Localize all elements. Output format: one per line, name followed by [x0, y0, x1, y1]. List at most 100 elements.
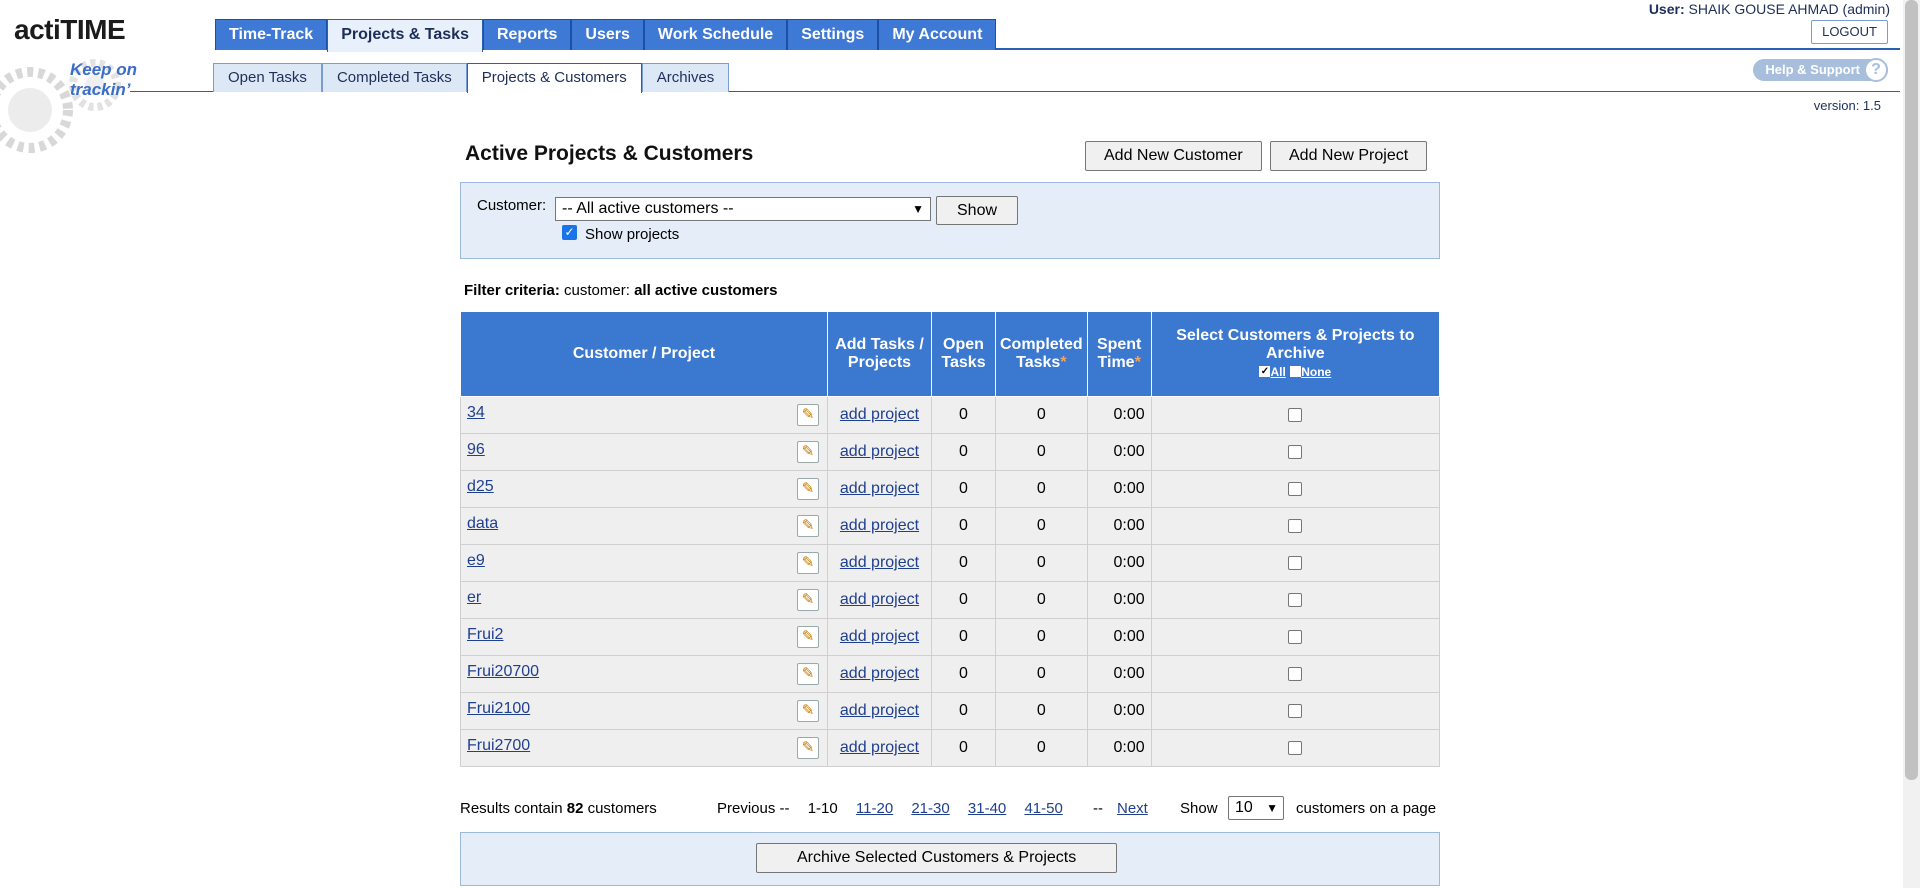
show-projects-checkbox[interactable]: ✓ — [562, 225, 577, 240]
customer-link[interactable]: Frui2 — [467, 626, 503, 643]
tab-my-account[interactable]: My Account — [878, 19, 997, 50]
scrollbar-thumb[interactable] — [1905, 0, 1918, 780]
add-new-customer-button[interactable]: Add New Customer — [1085, 141, 1262, 171]
customers-table: Customer / Project Add Tasks / Projects … — [460, 311, 1441, 767]
table-row: 96 ✎ add project 0 0 0:00 — [460, 433, 1441, 471]
select-none-checkbox[interactable] — [1290, 366, 1302, 378]
subtab-projects-customers[interactable]: Projects & Customers — [466, 63, 642, 93]
customer-cell: data ✎ — [460, 507, 828, 545]
help-support-button[interactable]: Help & Support ? — [1753, 58, 1888, 82]
select-all-checkbox[interactable]: ✓ — [1259, 366, 1271, 378]
customer-link[interactable]: Frui2700 — [467, 737, 530, 754]
spent-time-cell: 0:00 — [1086, 581, 1152, 619]
archive-cell — [1150, 655, 1441, 693]
page-size-select[interactable]: 10 ▼ — [1228, 796, 1284, 820]
edit-icon[interactable]: ✎ — [797, 404, 819, 426]
header-archive-label: Select Customers & Projects to Archive — [1176, 327, 1415, 362]
add-project-link[interactable]: add project — [840, 739, 919, 756]
table-row: Frui2700 ✎ add project 0 0 0:00 — [460, 729, 1441, 767]
pagination-next-link[interactable]: Next — [1117, 800, 1148, 817]
table-row: Frui2100 ✎ add project 0 0 0:00 — [460, 692, 1441, 730]
header-spent-time: Spent Time* — [1086, 311, 1152, 397]
tab-reports[interactable]: Reports — [482, 19, 572, 50]
results-suffix: customers — [587, 800, 657, 817]
scrollbar[interactable] — [1903, 0, 1920, 888]
archive-cell — [1150, 729, 1441, 767]
customer-select[interactable]: -- All active customers -- ▼ — [555, 197, 931, 221]
add-new-project-button[interactable]: Add New Project — [1270, 141, 1428, 171]
edit-icon[interactable]: ✎ — [797, 515, 819, 537]
archive-checkbox[interactable] — [1288, 407, 1303, 422]
archive-checkbox[interactable] — [1288, 703, 1303, 718]
add-project-link[interactable]: add project — [840, 406, 919, 423]
archive-checkbox[interactable] — [1288, 518, 1303, 533]
add-project-link[interactable]: add project — [840, 554, 919, 571]
subtab-completed-tasks[interactable]: Completed Tasks — [321, 63, 467, 92]
add-project-cell: add project — [827, 729, 932, 767]
archive-checkbox[interactable] — [1288, 592, 1303, 607]
pagination-link[interactable]: 21-30 — [911, 800, 949, 817]
archive-checkbox[interactable] — [1288, 740, 1303, 755]
tab-projects-tasks[interactable]: Projects & Tasks — [327, 19, 483, 52]
pagination-current: 1-10 — [807, 800, 838, 817]
archive-checkbox[interactable] — [1288, 555, 1303, 570]
customer-link[interactable]: e9 — [467, 552, 485, 569]
add-project-link[interactable]: add project — [840, 702, 919, 719]
add-project-link[interactable]: add project — [840, 628, 919, 645]
tab-time-track[interactable]: Time-Track — [215, 19, 328, 50]
customer-link[interactable]: d25 — [467, 478, 494, 495]
spent-time-cell: 0:00 — [1086, 507, 1152, 545]
customer-link[interactable]: Frui20700 — [467, 663, 539, 680]
edit-icon[interactable]: ✎ — [797, 700, 819, 722]
add-project-link[interactable]: add project — [840, 480, 919, 497]
customer-link[interactable]: data — [467, 515, 498, 532]
customer-link[interactable]: Frui2100 — [467, 700, 530, 717]
select-none-link[interactable]: None — [1301, 365, 1331, 379]
completed-tasks-cell: 0 — [995, 729, 1088, 767]
per-page-label: customers on a page — [1296, 800, 1437, 817]
edit-icon[interactable]: ✎ — [797, 626, 819, 648]
edit-icon[interactable]: ✎ — [797, 552, 819, 574]
user-info: User: SHAIK GOUSE AHMAD (admin) — [1649, 1, 1890, 17]
pagination: Previous -- 1-10 11-20 21-30 31-40 41-50… — [717, 800, 1162, 817]
pagination-previous: Previous -- — [717, 800, 790, 817]
archive-checkbox[interactable] — [1288, 444, 1303, 459]
add-project-link[interactable]: add project — [840, 665, 919, 682]
add-project-cell: add project — [827, 470, 932, 508]
select-all-link[interactable]: All — [1270, 365, 1285, 379]
archive-checkbox[interactable] — [1288, 629, 1303, 644]
customer-link[interactable]: 96 — [467, 441, 485, 458]
add-project-cell: add project — [827, 433, 932, 471]
archive-checkbox[interactable] — [1288, 481, 1303, 496]
pagination-link[interactable]: 41-50 — [1024, 800, 1062, 817]
pagination-link[interactable]: 11-20 — [856, 800, 893, 817]
add-project-link[interactable]: add project — [840, 591, 919, 608]
pagination-link[interactable]: 31-40 — [968, 800, 1006, 817]
customer-cell: 96 ✎ — [460, 433, 828, 471]
subtab-open-tasks[interactable]: Open Tasks — [213, 63, 322, 92]
edit-icon[interactable]: ✎ — [797, 737, 819, 759]
archive-checkbox[interactable] — [1288, 666, 1303, 681]
show-button[interactable]: Show — [936, 196, 1019, 225]
open-tasks-cell: 0 — [931, 470, 996, 508]
edit-icon[interactable]: ✎ — [797, 589, 819, 611]
tab-users[interactable]: Users — [571, 19, 644, 50]
edit-icon[interactable]: ✎ — [797, 663, 819, 685]
version-label: version: 1.5 — [1813, 98, 1881, 113]
subtab-archives[interactable]: Archives — [641, 63, 730, 92]
archive-selected-button[interactable]: Archive Selected Customers & Projects — [756, 843, 1118, 873]
add-project-link[interactable]: add project — [840, 517, 919, 534]
page-size-value: 10 — [1235, 799, 1253, 816]
edit-icon[interactable]: ✎ — [797, 478, 819, 500]
archive-cell — [1150, 618, 1441, 656]
tab-settings[interactable]: Settings — [787, 19, 879, 50]
add-project-link[interactable]: add project — [840, 443, 919, 460]
edit-icon[interactable]: ✎ — [797, 441, 819, 463]
customer-link[interactable]: er — [467, 589, 481, 606]
open-tasks-cell: 0 — [931, 729, 996, 767]
completed-tasks-cell: 0 — [995, 433, 1088, 471]
logout-button[interactable]: LOGOUT — [1811, 20, 1888, 44]
customer-label: Customer: — [477, 197, 547, 214]
customer-link[interactable]: 34 — [467, 404, 485, 421]
tab-work-schedule[interactable]: Work Schedule — [643, 19, 788, 50]
